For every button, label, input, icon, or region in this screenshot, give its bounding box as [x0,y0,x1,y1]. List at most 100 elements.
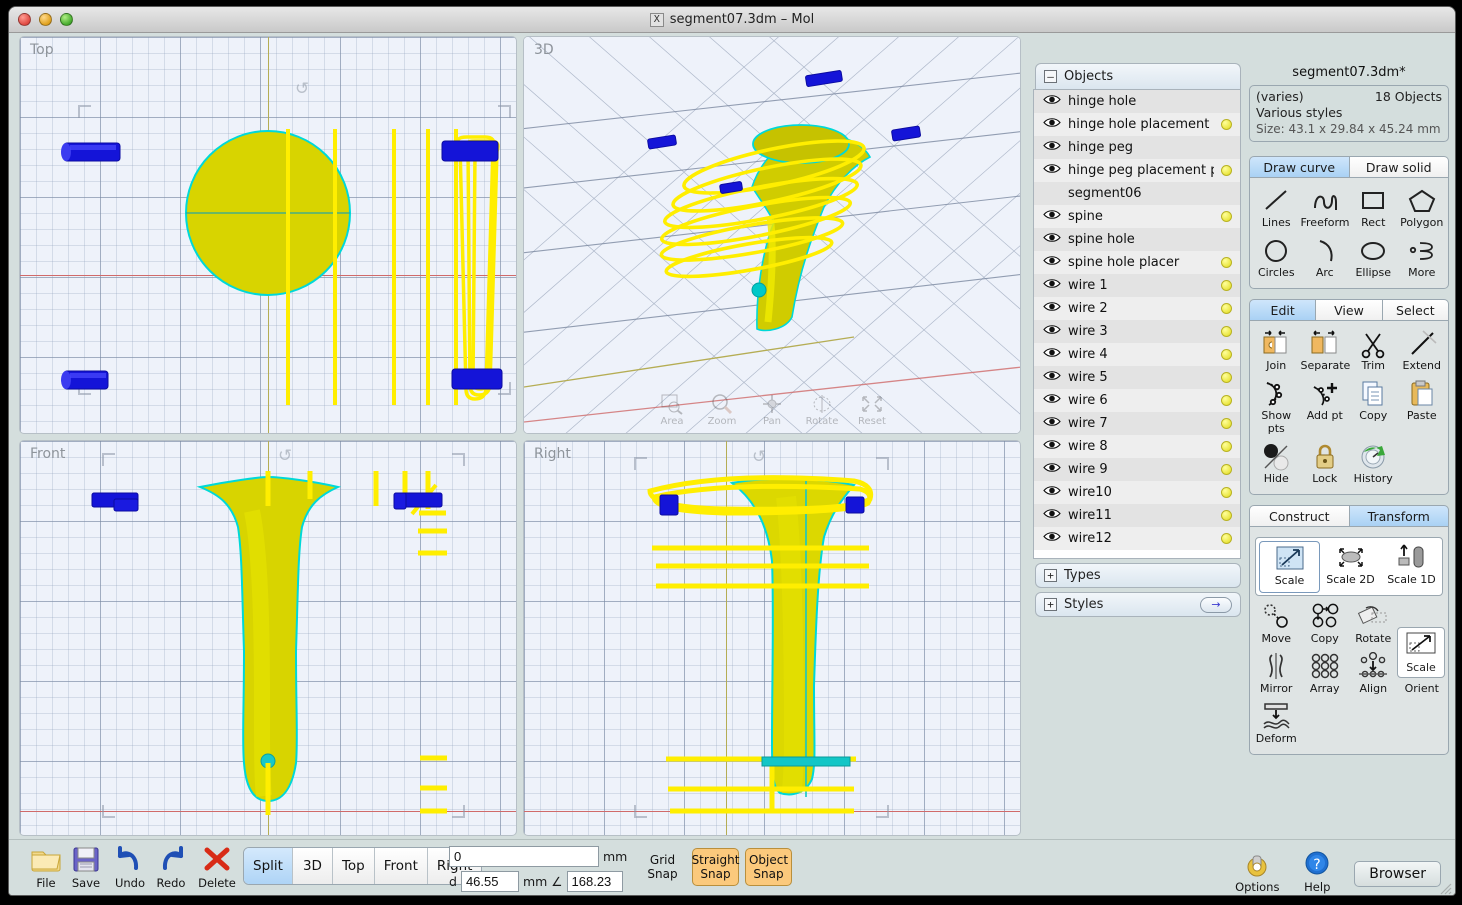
tool-move[interactable]: Move [1252,600,1301,650]
object-row[interactable]: hinge hole placement p [1034,113,1240,136]
tool-copy-transform[interactable]: Copy [1301,600,1350,650]
tool-hide[interactable]: Hide [1252,440,1301,490]
tool-mirror[interactable]: Mirror [1252,650,1301,700]
visibility-eye-icon[interactable] [1043,439,1061,454]
delete-button[interactable]: Delete [194,844,240,890]
types-section-header[interactable]: + Types [1035,563,1241,588]
visibility-eye-icon[interactable] [1043,347,1061,362]
tool-show-points[interactable]: Show pts [1252,377,1301,440]
object-style-swatch[interactable] [1221,303,1232,314]
tool-separate[interactable]: Separate [1301,327,1350,377]
close-window-button[interactable] [18,13,31,26]
tool-scale-selected[interactable]: Scale [1259,541,1321,593]
tool-extend[interactable]: Extend [1398,327,1447,377]
tool-freeform[interactable]: Freeform [1301,184,1350,234]
types-expand-toggle[interactable]: + [1044,569,1057,582]
object-style-swatch[interactable] [1221,487,1232,498]
grid-snap-button[interactable]: Grid Snap [639,848,686,886]
object-row[interactable]: hinge peg [1034,136,1240,159]
tool-history[interactable]: History [1349,440,1398,490]
coordinate-main-input[interactable] [449,846,599,867]
tab-view[interactable]: View [1316,299,1383,321]
tool-array[interactable]: Array [1301,650,1350,700]
viewport-3d[interactable]: 3D Area Zoom Pan Rotate Reset [523,36,1021,434]
tool-more-curves[interactable]: More [1398,234,1447,284]
tool-polygon[interactable]: Polygon [1398,184,1447,234]
visibility-eye-icon[interactable] [1043,232,1061,247]
tool-paste[interactable]: Paste [1398,377,1447,440]
visibility-eye-icon[interactable] [1043,416,1061,431]
tool-join[interactable]: Join [1252,327,1301,377]
visibility-eye-icon[interactable] [1043,255,1061,270]
options-button[interactable]: Options [1234,848,1280,894]
object-style-swatch[interactable] [1221,280,1232,291]
tool-align[interactable]: Align [1349,650,1398,700]
object-row[interactable]: wire 1 [1034,274,1240,297]
tool-circles[interactable]: Circles [1252,234,1301,284]
object-row[interactable]: spine [1034,205,1240,228]
object-style-swatch[interactable] [1221,349,1232,360]
resize-grip-icon[interactable] [1438,881,1452,895]
view-button-front[interactable]: Front [374,848,428,884]
object-row[interactable]: wire 5 [1034,366,1240,389]
visibility-eye-icon[interactable] [1043,324,1061,339]
tool-lock[interactable]: Lock [1301,440,1350,490]
tool-deform[interactable]: Deform [1252,700,1301,750]
browser-button[interactable]: Browser [1354,861,1441,887]
straight-snap-button[interactable]: Straight Snap [692,848,739,886]
view-button-split[interactable]: Split [244,848,293,884]
visibility-eye-icon[interactable] [1043,163,1061,178]
object-style-swatch[interactable] [1221,418,1232,429]
object-row[interactable]: spine hole placer [1034,251,1240,274]
visibility-eye-icon[interactable] [1043,278,1061,293]
object-style-swatch[interactable] [1221,119,1232,130]
viewport-front[interactable]: ↺ Front [19,440,517,836]
redo-button[interactable]: Redo [148,844,194,890]
object-style-swatch[interactable] [1221,257,1232,268]
undo-button[interactable]: Undo [107,844,153,890]
visibility-eye-icon[interactable] [1043,370,1061,385]
viewport-right[interactable]: ↺ Right [523,440,1021,836]
object-style-swatch[interactable] [1221,211,1232,222]
visibility-eye-icon[interactable] [1043,117,1061,132]
object-row[interactable]: wire 9 [1034,458,1240,481]
object-row[interactable]: wire12 [1034,527,1240,550]
objects-list[interactable]: hinge hole hinge hole placement p hinge pe… [1033,89,1241,559]
distance-input[interactable] [460,871,519,892]
object-row[interactable]: wire 8 [1034,435,1240,458]
nav-reset-button[interactable]: Reset [854,393,890,427]
help-button[interactable]: ? Help [1294,848,1340,894]
object-row[interactable]: hinge hole [1034,90,1240,113]
nav-rotate-button[interactable]: Rotate [804,393,840,427]
object-style-swatch[interactable] [1221,326,1232,337]
tab-draw-solid[interactable]: Draw solid [1349,156,1449,178]
view-button-top[interactable]: Top [332,848,375,884]
object-row[interactable]: wire 7 [1034,412,1240,435]
tool-scale-2d[interactable]: Scale 2D [1320,541,1381,593]
tab-edit[interactable]: Edit [1249,299,1317,321]
visibility-eye-icon[interactable] [1043,508,1061,523]
object-row[interactable]: hinge peg placement p [1034,159,1240,182]
object-style-swatch[interactable] [1221,165,1232,176]
view-button-3d[interactable]: 3D [292,848,333,884]
object-style-swatch[interactable] [1221,533,1232,544]
object-row[interactable]: wire10 [1034,481,1240,504]
tool-scale-1d[interactable]: Scale 1D [1381,541,1442,593]
visibility-eye-icon[interactable] [1043,301,1061,316]
nav-pan-button[interactable]: Pan [754,393,790,427]
object-style-swatch[interactable] [1221,395,1232,406]
styles-expand-toggle[interactable]: + [1044,598,1057,611]
tool-scale-floating[interactable]: Scale [1397,627,1445,678]
object-row[interactable]: spine hole [1034,228,1240,251]
visibility-eye-icon[interactable] [1043,209,1061,224]
object-style-swatch[interactable] [1221,441,1232,452]
object-style-swatch[interactable] [1221,464,1232,475]
tool-lines[interactable]: Lines [1252,184,1301,234]
tab-construct[interactable]: Construct [1249,505,1350,527]
tool-rect[interactable]: Rect [1349,184,1398,234]
visibility-eye-icon[interactable] [1043,140,1061,155]
visibility-eye-icon[interactable] [1043,393,1061,408]
styles-arrow-button[interactable]: → [1200,596,1232,613]
maximize-window-button[interactable] [60,13,73,26]
nav-zoom-button[interactable]: Zoom [704,393,740,427]
